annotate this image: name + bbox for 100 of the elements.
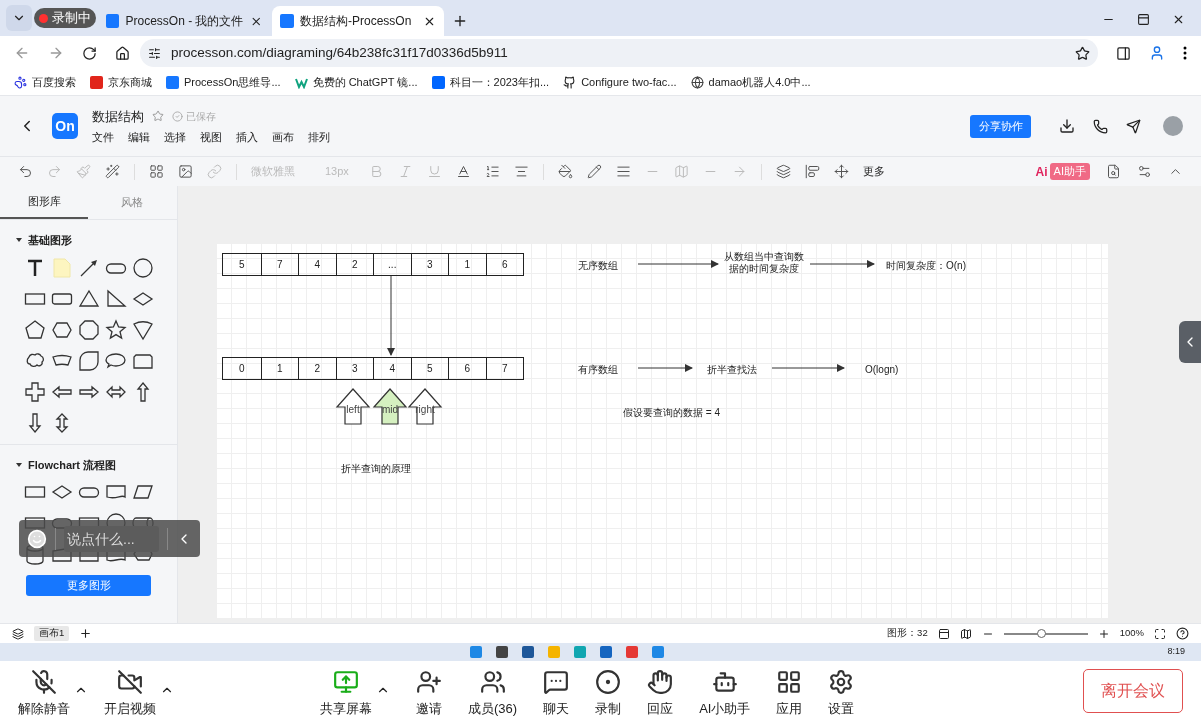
processon-logo-icon [106,14,120,28]
meeting-button[interactable]: 应用 [776,668,803,719]
pattern-icon[interactable] [149,164,164,179]
map-icon[interactable] [959,627,972,640]
octagon-shape-icon[interactable] [77,318,100,341]
meeting-button[interactable]: 解除静音 [18,668,70,719]
align-shapes-icon[interactable] [805,164,820,179]
phone-icon[interactable] [1093,118,1108,134]
bookmark-link[interactable]: damao机器人4.0中... [708,74,811,91]
caret-icon[interactable] [16,238,22,243]
bookmark-link[interactable]: 京东商城 [108,74,152,91]
caret-icon[interactable] [16,462,22,467]
new-tab-icon[interactable] [452,13,468,29]
menu-item[interactable]: 选择 [164,129,186,146]
profile-icon[interactable] [1149,45,1165,61]
meeting-button[interactable]: 录制 [595,668,622,719]
taskbar-app-icon[interactable] [522,646,534,658]
fill-icon[interactable] [558,164,573,179]
circle-shape-icon[interactable] [131,256,154,279]
reload-icon[interactable] [82,45,97,61]
share-button[interactable]: 分享协作 [970,114,1031,138]
emoji-icon[interactable] [27,528,47,549]
font-color-icon[interactable] [456,164,471,179]
expand-panel-button[interactable] [1179,321,1201,363]
side-panel-icon[interactable] [1116,45,1131,61]
more-shapes-button[interactable]: 更多图形 [26,575,151,596]
pointer-label: left [346,403,360,417]
taskbar-app-icon[interactable] [600,646,612,658]
sidebar-tab[interactable]: 风格 [88,186,176,219]
meeting-button[interactable]: 设置 [828,668,855,719]
bookmark-link[interactable]: 百度搜索 [32,74,76,91]
zoom-slider[interactable] [1003,632,1088,635]
sidebar-tab[interactable]: 图形库 [0,186,88,219]
star-shape-icon[interactable] [104,318,127,341]
meeting-button[interactable]: AI小助手 [699,668,751,719]
image-icon[interactable] [178,164,193,179]
send-icon[interactable] [1126,118,1141,134]
meeting-button[interactable]: 聊天 [543,668,570,719]
drop-shape-icon[interactable] [77,349,100,372]
leave-meeting-button[interactable]: 离开会议 [1083,668,1183,713]
settings-icon[interactable] [1137,164,1152,179]
meeting-button[interactable]: 开启视频 [104,668,156,719]
layers-icon[interactable] [12,627,24,640]
meeting-button[interactable]: 邀请 [416,668,442,719]
line-weight-icon[interactable] [616,164,631,179]
site-info-icon[interactable] [148,46,161,60]
close-icon[interactable] [1172,13,1185,26]
menu-item[interactable]: 视图 [200,129,222,146]
inverted-triangle-shape-icon[interactable] [131,318,154,341]
bookmark-link[interactable]: 科目一：2023年扣... [449,74,550,91]
clear-format-icon[interactable] [105,164,120,179]
pentagon-shape-icon[interactable] [23,318,46,341]
favorite-star-icon[interactable] [152,110,164,123]
section-title[interactable]: Flowchart 流程图 [28,456,116,473]
section-title[interactable]: 基础图形 [28,232,72,249]
layout-icon[interactable] [937,627,950,640]
page-tab[interactable]: 画布1 [34,626,70,641]
align-icon[interactable] [514,164,529,179]
url-text: processon.com/diagraming/64b238fc31f17d0336d5b911 [171,43,508,62]
menu-item[interactable]: 画布 [272,129,294,146]
app-logo[interactable]: On [52,113,78,139]
search-document-icon[interactable] [1106,164,1121,179]
diagram-label: O(logn) [865,363,899,377]
restore-icon[interactable] [1137,13,1150,26]
taskbar-app-icon[interactable] [496,646,508,658]
right-triangle-shape-icon[interactable] [104,287,127,310]
browser-tab[interactable]: ProcessOn - 我的文件 [98,6,270,36]
address-bar[interactable]: processon.com/diagraming/64b238fc31f17d0336d5b911 [140,39,1098,67]
arrange-icon[interactable] [834,164,849,179]
menu-item[interactable]: 文件 [92,129,114,146]
chat-input[interactable]: 说点什么... [64,525,159,552]
bookmark-link[interactable]: ProcessOn思维导... [184,74,281,91]
line-spacing-icon[interactable] [485,164,500,179]
add-page-icon[interactable] [79,627,93,640]
bookmark-link[interactable]: Configure two-fac... [581,74,677,91]
meeting-button[interactable]: 共享屏幕 [320,668,372,719]
bookmark-link[interactable]: 免费的 ChatGPT 镜... [312,74,418,91]
menu-item[interactable]: 排列 [308,129,330,146]
hand-icon [647,668,674,695]
undo-icon[interactable] [18,164,33,179]
cross-shape-icon[interactable] [23,380,46,403]
connector-arrow [637,364,693,372]
layers-icon[interactable] [776,164,791,179]
line-color-icon[interactable] [587,164,602,179]
help-icon[interactable] [1176,627,1189,640]
download-icon[interactable] [1059,118,1075,134]
zoom-thumb[interactable] [1037,628,1047,638]
document-title[interactable]: 数据结构 [92,106,144,126]
zoom-in-icon[interactable] [1097,627,1110,640]
bookmark-star-icon[interactable] [1075,45,1090,61]
browser-tab[interactable]: 数据结构-ProcessOn [272,6,444,36]
fullscreen-icon[interactable] [1154,627,1166,640]
more-icon[interactable] [1183,46,1187,60]
meeting-button[interactable]: 回应 [647,668,674,719]
home-icon[interactable] [115,45,130,61]
meeting-button[interactable]: 成员(36) [468,668,518,719]
menu-item[interactable]: 编辑 [128,129,150,146]
more-menu[interactable]: 更多 [863,163,885,180]
menu-item[interactable]: 插入 [236,129,258,146]
forward-icon[interactable] [48,45,64,61]
